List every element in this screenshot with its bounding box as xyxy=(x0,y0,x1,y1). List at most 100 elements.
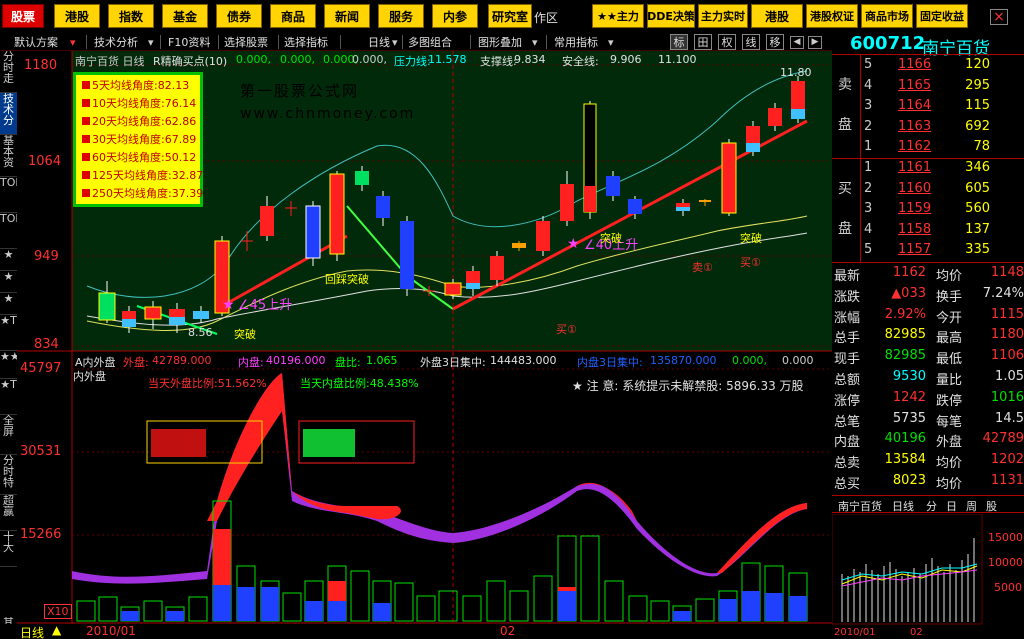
bid-volume: 137 xyxy=(965,221,990,237)
left-tab-star6[interactable]: ★T xyxy=(0,379,17,415)
chevron-right-icon[interactable]: ▶ xyxy=(808,36,822,49)
chevron-down-icon[interactable]: ▾ xyxy=(392,34,398,50)
ask-row[interactable]: 2 1163 692 xyxy=(832,119,1024,138)
toolbar-button-fixed-income[interactable]: 固定收益 xyxy=(916,4,968,28)
toolbar-button-insider[interactable]: 内参 xyxy=(432,4,478,28)
stat-row[interactable]: 总卖 13584 均价 1202 xyxy=(832,452,1024,471)
toolbar-button-news[interactable]: 新闻 xyxy=(324,4,370,28)
mini-tab-week[interactable]: 周 xyxy=(966,498,977,514)
stat-row[interactable]: 内盘 40196 外盘 42789 xyxy=(832,431,1024,450)
left-tab-fullscreen[interactable]: 全屏 xyxy=(0,415,17,455)
nav-overlay[interactable]: 图形叠加 xyxy=(478,34,522,50)
chevron-down-icon[interactable]: ▾ xyxy=(148,34,154,50)
tab-mark[interactable]: 标 xyxy=(670,34,688,50)
toolbar-button-research[interactable]: 研究室 xyxy=(488,4,532,28)
toolbar-button-commodity-market[interactable]: 商品市场 xyxy=(861,4,913,28)
ask-row[interactable]: 5 1166 120 xyxy=(832,57,1024,76)
left-tab-star1[interactable]: ★ xyxy=(0,249,17,271)
mini-tab-name[interactable]: 南宁百货 xyxy=(838,498,882,514)
toolbar-button-dde[interactable]: DDE决策 xyxy=(647,4,695,28)
toolbar-button-bond[interactable]: 债券 xyxy=(216,4,262,28)
zero-value: 0.000, xyxy=(732,354,767,367)
stat-value: 2.92% xyxy=(884,306,926,322)
ask-level: 4 xyxy=(864,77,873,93)
left-tab-technical[interactable]: 技术分 xyxy=(0,93,17,135)
nav-common-indicators[interactable]: 常用指标 xyxy=(554,34,598,50)
nav-select-indicator[interactable]: 选择指标 xyxy=(284,34,328,50)
y-axis-label: 30531 xyxy=(20,444,62,459)
annotation-low: 8.56 xyxy=(188,326,213,339)
toolbar-button-index[interactable]: 指数 xyxy=(108,4,154,28)
left-tab-star2[interactable]: ★ xyxy=(0,271,17,293)
nav-daily[interactable]: 日线 xyxy=(368,34,390,50)
tab-rights[interactable]: 权 xyxy=(718,34,736,50)
ask-row[interactable]: 4 1165 295 xyxy=(832,78,1024,97)
mini-tab-minute[interactable]: 分 xyxy=(926,498,937,514)
left-tab-star3[interactable]: ★ xyxy=(0,293,17,315)
bid-row[interactable]: 2 1160 605 xyxy=(832,181,1024,200)
toolbar-button-main-force[interactable]: ★★主力 xyxy=(592,4,644,28)
left-tab-top2[interactable]: TOP xyxy=(0,213,17,249)
tab-grid[interactable]: 田 xyxy=(694,34,712,50)
stat-row[interactable]: 总额 9530 量比 1.05 xyxy=(832,369,1024,388)
nav-default-scheme[interactable]: 默认方案 xyxy=(14,34,58,50)
toolbar-button-hk-warrant[interactable]: 港股权证 xyxy=(806,4,858,28)
toolbar-button-hk[interactable]: 港股 xyxy=(54,4,100,28)
stat-row[interactable]: 现手 82985 最低 1106 xyxy=(832,348,1024,367)
candle xyxy=(400,216,414,296)
stat-row[interactable]: 涨停 1242 跌停 1016 xyxy=(832,390,1024,409)
toolbar-button-hk2[interactable]: 港股 xyxy=(751,4,803,28)
stat-row[interactable]: 总笔 5735 每笔 14.5 xyxy=(832,411,1024,430)
nav-select-stock[interactable]: 选择股票 xyxy=(224,34,268,50)
tab-line[interactable]: 线 xyxy=(742,34,760,50)
left-tab-top1[interactable]: TOP xyxy=(0,177,17,213)
mini-tab-daily[interactable]: 日线 xyxy=(892,498,914,514)
bid-row[interactable]: 3 1159 560 xyxy=(832,201,1024,220)
bid-row[interactable]: 5 1157 335 xyxy=(832,242,1024,261)
zoom-x10-button[interactable]: X10 xyxy=(44,604,72,619)
mini-tab-stock[interactable]: 股 xyxy=(986,498,997,514)
period-label[interactable]: 日线 xyxy=(20,624,44,639)
annotation-high: 11.80 xyxy=(780,66,812,79)
support-label: 支撑线: xyxy=(480,55,517,68)
bid-row[interactable]: 1 1161 346 xyxy=(832,160,1024,179)
stat-row[interactable]: 涨跌 ▲033 换手 7.24% xyxy=(832,286,1024,305)
nav-f10[interactable]: F10资料 xyxy=(168,34,210,50)
stat-value: 14.5 xyxy=(995,410,1024,426)
left-tab-star5[interactable]: ★★ xyxy=(0,351,17,379)
left-tab-fundamental[interactable]: 基本资 xyxy=(0,135,17,177)
top-toolbar: 股票 港股 指数 基金 债券 商品 新闻 服务 内参 研究室 作区 ★★主力 D… xyxy=(0,0,1024,33)
chevron-left-icon[interactable]: ◀ xyxy=(790,36,804,49)
toolbar-button-stocks[interactable]: 股票 xyxy=(2,4,44,28)
annotation-buy: 买① xyxy=(556,323,577,336)
mini-tab-day[interactable]: 日 xyxy=(946,498,957,514)
close-icon[interactable]: × xyxy=(990,9,1008,25)
toolbar-button-realtime[interactable]: 主力实时 xyxy=(698,4,748,28)
bid-level: 3 xyxy=(864,201,873,217)
chevron-down-icon[interactable]: ▾ xyxy=(532,34,538,50)
chevron-down-icon[interactable]: ▾ xyxy=(70,34,76,50)
ask-row[interactable]: 1 1162 78 xyxy=(832,139,1024,158)
bid-row[interactable]: 4 1158 137 xyxy=(832,222,1024,241)
stat-row[interactable]: 总买 8023 均价 1131 xyxy=(832,473,1024,492)
triangle-up-icon[interactable]: ▲ xyxy=(52,623,61,637)
stat-value: 42789 xyxy=(982,431,1024,447)
stat-row[interactable]: 最新 1162 均价 1148 xyxy=(832,265,1024,284)
ask-row[interactable]: 3 1164 115 xyxy=(832,98,1024,117)
chevron-down-icon[interactable]: ▾ xyxy=(608,34,614,50)
left-tab-super[interactable]: 超赢 xyxy=(0,495,17,531)
stat-row[interactable]: 总手 82985 最高 1180 xyxy=(832,327,1024,346)
toolbar-button-service[interactable]: 服务 xyxy=(378,4,424,28)
left-tab-minute-special[interactable]: 分时特 xyxy=(0,455,17,495)
nav-technical-analysis[interactable]: 技术分析 xyxy=(94,34,138,50)
watermark-url: www.chnmoney.com xyxy=(240,106,416,122)
toolbar-work-area[interactable]: 作区 xyxy=(534,9,558,26)
tab-move[interactable]: 移 xyxy=(766,34,784,50)
left-tab-star4[interactable]: ★T xyxy=(0,315,17,351)
toolbar-button-commodity[interactable]: 商品 xyxy=(270,4,316,28)
stat-row[interactable]: 涨幅 2.92% 今开 1115 xyxy=(832,307,1024,326)
toolbar-button-fund[interactable]: 基金 xyxy=(162,4,208,28)
left-tab-top10[interactable]: 十大 xyxy=(0,531,17,567)
nav-multi-chart[interactable]: 多图组合 xyxy=(408,34,452,50)
left-tab-minute[interactable]: 分时走 xyxy=(0,51,17,93)
